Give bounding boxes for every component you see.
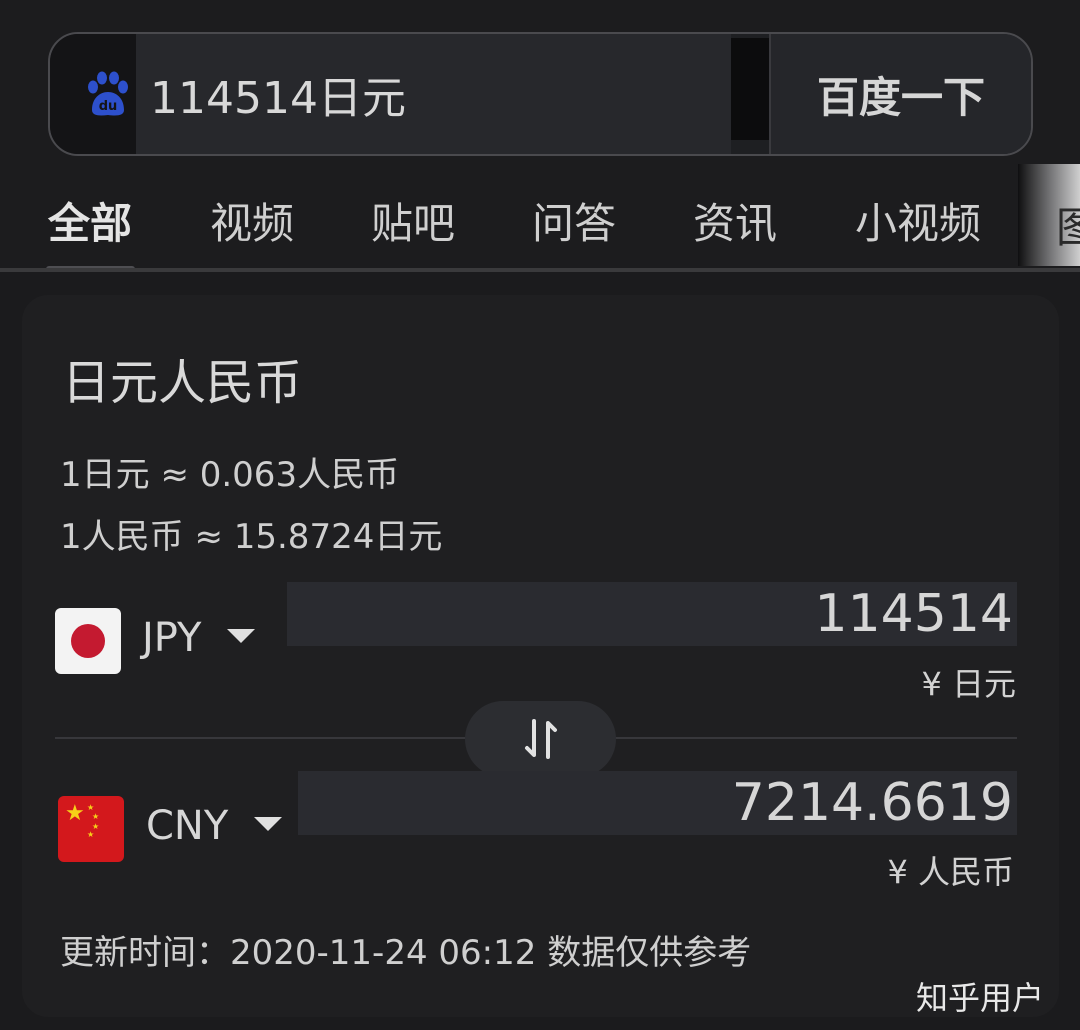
- to-amount-input[interactable]: 7214.6619: [298, 771, 1017, 835]
- card-title: 日元人民币: [62, 355, 303, 411]
- from-currency-unit: ¥ 日元: [921, 665, 1016, 703]
- to-currency-unit: ¥ 人民币: [887, 853, 1014, 891]
- china-flag-small-star: ★: [87, 830, 95, 839]
- header: du 百度一下 全部 视频 贴吧 问答 资讯 小视频 图: [0, 0, 1080, 272]
- baidu-paw-icon: du: [88, 71, 128, 116]
- china-flag-icon: ★ ★ ★ ★ ★: [58, 796, 124, 862]
- currency-converter-card: 日元人民币 1日元 ≈ 0.063人民币 1人民币 ≈ 15.8724日元 JP…: [22, 295, 1059, 1017]
- search-tabs: 全部 视频 贴吧 问答 资讯 小视频 图: [0, 160, 1080, 272]
- tab-video[interactable]: 视频: [210, 190, 294, 251]
- from-currency-code: JPY: [142, 615, 202, 661]
- japan-flag-icon: [55, 608, 121, 674]
- tab-tieba[interactable]: 贴吧: [371, 190, 455, 251]
- chevron-down-icon: [254, 817, 283, 831]
- update-time: 更新时间：2020-11-24 06:12 数据仅供参考: [60, 933, 752, 973]
- rate-cny-to-jpy: 1人民币 ≈ 15.8724日元: [60, 517, 443, 557]
- svg-text:du: du: [99, 99, 118, 114]
- to-currency-code: CNY: [146, 803, 229, 849]
- tab-images-faded[interactable]: 图: [1018, 164, 1080, 266]
- swap-currency-button[interactable]: [465, 701, 616, 777]
- tab-short-video[interactable]: 小视频: [855, 190, 981, 251]
- swap-arrows-icon: [524, 719, 557, 759]
- tab-images-label: 图: [1056, 203, 1080, 252]
- baidu-logo[interactable]: du: [50, 34, 136, 154]
- from-currency-select[interactable]: JPY: [142, 615, 256, 661]
- china-flag-small-star: ★: [92, 812, 100, 821]
- tab-qa[interactable]: 问答: [532, 190, 616, 251]
- from-amount-input[interactable]: 114514: [287, 582, 1017, 646]
- tab-all[interactable]: 全部: [48, 190, 132, 251]
- japan-flag-disc: [71, 624, 105, 658]
- tab-news[interactable]: 资讯: [693, 190, 777, 251]
- search-input[interactable]: [136, 34, 731, 154]
- china-flag-small-star: ★: [87, 803, 95, 812]
- tabs-divider: [0, 268, 1080, 272]
- watermark: 知乎用户: [916, 979, 1045, 1017]
- chevron-down-icon: [227, 629, 256, 643]
- rate-jpy-to-cny: 1日元 ≈ 0.063人民币: [60, 455, 400, 495]
- to-currency-select[interactable]: CNY: [146, 803, 283, 849]
- search-button[interactable]: 百度一下: [769, 34, 1031, 154]
- input-clear-area: [731, 38, 769, 140]
- china-flag-big-star: ★: [65, 801, 85, 826]
- search-box: du 百度一下: [48, 32, 1033, 156]
